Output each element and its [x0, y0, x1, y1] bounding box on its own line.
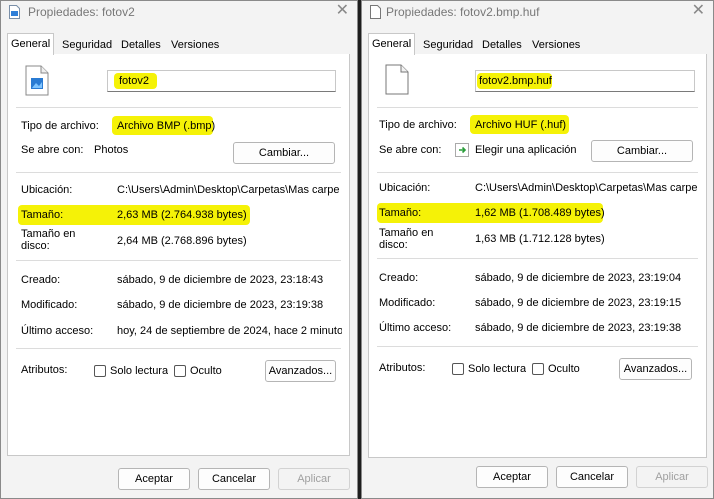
general-panel: fotov2 Tipo de archivo: Archivo BMP (.bm…	[7, 54, 350, 456]
tab-seguridad[interactable]: Seguridad	[59, 36, 115, 54]
file-name-value: fotov2.bmp.huf	[479, 75, 552, 87]
separator	[377, 107, 698, 108]
disco-label-line2: disco:	[379, 239, 408, 251]
separator	[16, 107, 341, 108]
disco-label-line2: disco:	[21, 240, 50, 252]
tipo-label: Tipo de archivo:	[379, 119, 457, 131]
tab-seguridad[interactable]: Seguridad	[420, 36, 476, 54]
disco-label-line1: Tamaño en	[379, 227, 434, 239]
tab-detalles[interactable]: Detalles	[479, 36, 525, 54]
solo-lectura-checkbox[interactable]	[452, 363, 464, 375]
window-title: Propiedades: fotov2.bmp.huf	[386, 5, 540, 19]
cancelar-button[interactable]: Cancelar	[198, 468, 270, 490]
modificado-value: sábado, 9 de diciembre de 2023, 23:19:15	[475, 297, 682, 309]
ubicacion-value: C:\Users\Admin\Desktop\Carpetas\Mas carp…	[117, 184, 340, 196]
solo-lectura-label: Solo lectura	[110, 365, 169, 377]
separator	[16, 348, 341, 349]
modificado-label: Modificado:	[379, 297, 436, 309]
file-name-value: fotov2	[119, 75, 149, 87]
oculto-checkbox[interactable]	[174, 365, 186, 377]
tipo-value: Archivo HUF (.huf)	[475, 119, 567, 131]
abre-label: Se abre con:	[379, 144, 442, 156]
ubicacion-value: C:\Users\Admin\Desktop\Carpetas\Mas carp…	[475, 182, 698, 194]
aceptar-button[interactable]: Aceptar	[476, 466, 548, 488]
acceso-label: Último acceso:	[379, 322, 452, 334]
creado-value: sábado, 9 de diciembre de 2023, 23:19:04	[475, 272, 682, 284]
tamano-label: Tamaño:	[21, 209, 64, 221]
creado-value: sábado, 9 de diciembre de 2023, 23:18:43	[117, 274, 324, 286]
properties-dialog-left: Propiedades: fotov2 ✕ General Seguridad …	[0, 0, 358, 499]
modificado-value: sábado, 9 de diciembre de 2023, 23:19:38	[117, 299, 324, 311]
blank-file-icon	[370, 5, 381, 19]
title-bar: Propiedades: fotov2.bmp.huf ✕	[362, 1, 713, 23]
abre-value: Elegir una aplicación	[475, 144, 577, 156]
oculto-checkbox[interactable]	[532, 363, 544, 375]
title-bar: Propiedades: fotov2 ✕	[1, 1, 357, 23]
properties-dialog-right: Propiedades: fotov2.bmp.huf ✕ General Se…	[361, 0, 714, 499]
bmp-image-icon	[25, 65, 49, 96]
avanzados-button[interactable]: Avanzados...	[619, 358, 692, 380]
aplicar-button[interactable]: Aplicar	[636, 466, 708, 488]
oculto-label: Oculto	[190, 365, 222, 377]
oculto-label: Oculto	[548, 363, 580, 375]
disco-label-line1: Tamaño en	[21, 228, 76, 240]
tab-general[interactable]: General	[368, 33, 416, 55]
image-file-icon	[9, 5, 20, 19]
tab-general[interactable]: General	[7, 33, 55, 55]
file-name-input[interactable]: fotov2	[107, 70, 336, 92]
tab-detalles[interactable]: Detalles	[118, 36, 164, 54]
cambiar-button[interactable]: Cambiar...	[233, 142, 335, 164]
solo-lectura-label: Solo lectura	[468, 363, 527, 375]
atributos-label: Atributos:	[379, 362, 426, 374]
aceptar-button[interactable]: Aceptar	[118, 468, 190, 490]
window-title: Propiedades: fotov2	[28, 5, 135, 19]
ubicacion-label: Ubicación:	[379, 182, 431, 194]
tipo-value: Archivo BMP (.bmp)	[117, 120, 216, 132]
close-icon[interactable]: ✕	[692, 2, 705, 20]
separator	[16, 260, 341, 261]
separator	[377, 258, 698, 259]
tipo-label: Tipo de archivo:	[21, 120, 99, 132]
abre-value: Photos	[94, 144, 129, 156]
choose-app-icon	[455, 143, 469, 157]
ubicacion-label: Ubicación:	[21, 184, 73, 196]
tab-versiones-anteriores[interactable]: Versiones anteriores	[168, 36, 223, 69]
avanzados-button[interactable]: Avanzados...	[265, 360, 336, 382]
tamano-value: 2,63 MB (2.764.938 bytes)	[117, 209, 247, 221]
cambiar-button[interactable]: Cambiar...	[591, 140, 693, 162]
atributos-label: Atributos:	[21, 364, 68, 376]
blank-file-icon	[385, 64, 409, 95]
creado-label: Creado:	[379, 272, 419, 284]
close-icon[interactable]: ✕	[336, 2, 349, 20]
acceso-label: Último acceso:	[21, 325, 94, 337]
separator	[377, 346, 698, 347]
acceso-value: sábado, 9 de diciembre de 2023, 23:19:38	[475, 322, 682, 334]
disco-value: 1,63 MB (1.712.128 bytes)	[475, 233, 605, 245]
disco-value: 2,64 MB (2.768.896 bytes)	[117, 235, 247, 247]
general-panel: fotov2.bmp.huf Tipo de archivo: Archivo …	[368, 54, 707, 458]
tamano-value: 1,62 MB (1.708.489 bytes)	[475, 207, 605, 219]
tamano-label: Tamaño:	[379, 207, 422, 219]
abre-label: Se abre con:	[21, 144, 84, 156]
file-name-input[interactable]: fotov2.bmp.huf	[475, 70, 695, 92]
acceso-value: hoy, 24 de septiembre de 2024, hace 2 mi…	[117, 325, 342, 337]
tab-versiones-anteriores[interactable]: Versiones anteriores	[529, 36, 584, 69]
aplicar-button[interactable]: Aplicar	[278, 468, 350, 490]
separator	[16, 172, 341, 173]
solo-lectura-checkbox[interactable]	[94, 365, 106, 377]
modificado-label: Modificado:	[21, 299, 78, 311]
separator	[377, 172, 698, 173]
creado-label: Creado:	[21, 274, 61, 286]
cancelar-button[interactable]: Cancelar	[556, 466, 628, 488]
